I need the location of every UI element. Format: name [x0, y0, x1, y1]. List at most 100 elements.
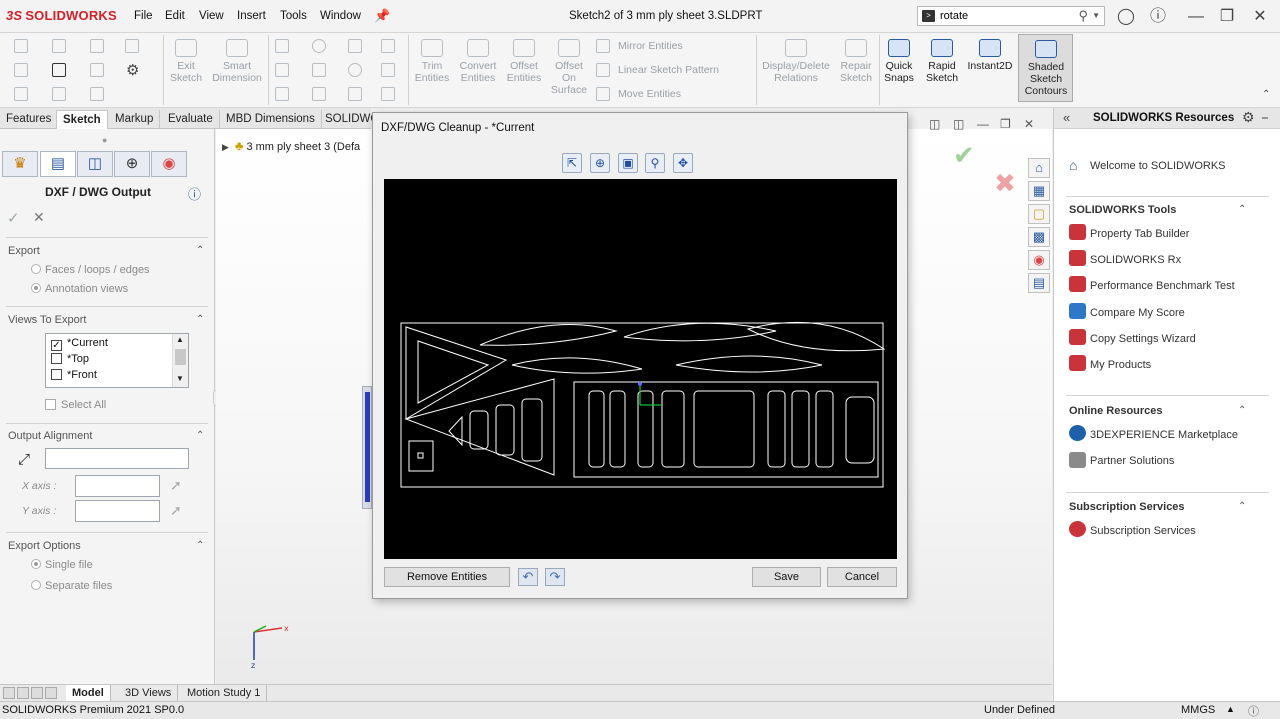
collapse-icon[interactable]: ⌃ — [196, 430, 204, 441]
close-view-icon[interactable]: ✕ — [1024, 117, 1034, 131]
save-button[interactable]: Save — [752, 567, 821, 587]
configuration-manager-tab[interactable]: ◫ — [77, 151, 113, 177]
undo-icon[interactable] — [52, 87, 66, 101]
text-icon[interactable] — [381, 63, 395, 77]
appearance-tab[interactable]: ◉ — [151, 151, 187, 177]
units-selector[interactable]: MMGS — [1181, 704, 1215, 716]
smart-dimension-button[interactable]: Smart Dimension — [208, 39, 266, 84]
move-entities-button[interactable]: Move Entities — [618, 88, 681, 100]
search-box[interactable]: > ⚲ ▼ — [917, 6, 1105, 26]
reverse-direction-icon[interactable]: ➚ — [170, 502, 182, 519]
origin-field[interactable] — [45, 448, 189, 469]
single-file-radio[interactable]: Single file — [31, 559, 93, 571]
search-icon[interactable]: ⚲ — [1078, 8, 1088, 24]
scroll-up-icon[interactable]: ▲ — [176, 335, 184, 344]
zoom-area-icon[interactable]: ⚲ — [645, 153, 665, 173]
view-palette-icon[interactable]: ▩ — [1028, 227, 1050, 247]
redo-icon[interactable] — [90, 39, 104, 53]
y-axis-field[interactable] — [75, 500, 160, 522]
rectangle-icon[interactable] — [275, 63, 289, 77]
solidworks-rx-link[interactable]: SOLIDWORKS Rx — [1090, 254, 1181, 266]
slot-icon[interactable] — [275, 87, 289, 101]
offset-on-surface-button[interactable]: Offset On Surface — [547, 39, 591, 96]
spline-icon[interactable] — [348, 39, 362, 53]
ellipse-icon[interactable] — [348, 63, 362, 77]
select-all-checkbox[interactable]: Select All — [45, 399, 106, 411]
save-icon[interactable] — [52, 39, 66, 53]
restore-view-icon[interactable]: ❐ — [1000, 117, 1011, 131]
circle-icon[interactable] — [312, 39, 326, 53]
collapse-icon[interactable]: ⌃ — [196, 314, 204, 325]
collapse-pane-icon[interactable]: « — [1063, 110, 1070, 125]
select-icon[interactable] — [90, 63, 104, 77]
line-icon[interactable] — [275, 39, 289, 53]
reverse-direction-icon[interactable]: ➚ — [170, 477, 182, 494]
welcome-link[interactable]: Welcome to SOLIDWORKS — [1090, 160, 1226, 172]
polygon-icon[interactable] — [312, 87, 326, 101]
prev-tab-icon[interactable] — [17, 687, 29, 699]
options-icon[interactable] — [125, 39, 139, 53]
scroll-thumb[interactable] — [175, 349, 186, 365]
confirm-check-icon[interactable]: ✔ — [953, 140, 975, 171]
pan-icon[interactable]: ✥ — [673, 153, 693, 173]
subscription-services-link[interactable]: Subscription Services — [1090, 525, 1196, 537]
tab-model[interactable]: Model — [66, 685, 111, 702]
collapse-icon[interactable]: ⌃ — [196, 245, 204, 256]
3dexperience-marketplace-link[interactable]: 3DEXPERIENCE Marketplace — [1090, 429, 1238, 441]
restore-icon[interactable]: ❐ — [1217, 7, 1237, 27]
menu-insert[interactable]: Insert — [237, 10, 266, 22]
redo-icon[interactable]: ↷ — [545, 568, 565, 586]
print-icon[interactable] — [52, 63, 66, 77]
panel-grip[interactable]: ● — [102, 135, 107, 145]
menu-edit[interactable]: Edit — [165, 10, 185, 22]
rapid-sketch-button[interactable]: Rapid Sketch — [922, 39, 962, 84]
property-manager-tab[interactable]: ▤ — [40, 151, 76, 177]
search-input[interactable] — [940, 9, 1070, 23]
point-icon[interactable] — [381, 39, 395, 53]
shaded-sketch-contours-button[interactable]: Shaded Sketch Contours — [1018, 34, 1073, 102]
collapse-icon[interactable]: ⌃ — [196, 540, 204, 551]
help-icon[interactable]: ⓘ — [1148, 7, 1168, 27]
view-top-checkbox[interactable]: *Top — [51, 353, 89, 365]
tab-mbd-dimensions[interactable]: MBD Dimensions — [220, 110, 322, 129]
compare-my-score-link[interactable]: Compare My Score — [1090, 307, 1185, 319]
next-tab-icon[interactable] — [31, 687, 43, 699]
annotation-views-radio[interactable]: Annotation views — [31, 283, 128, 295]
first-tab-icon[interactable] — [3, 687, 15, 699]
x-axis-field[interactable] — [75, 475, 160, 497]
zoom-in-icon[interactable]: ⊕ — [590, 153, 610, 173]
menu-tools[interactable]: Tools — [280, 10, 307, 22]
file-explorer-icon[interactable]: ▢ — [1028, 204, 1050, 224]
mirror-entities-button[interactable]: Mirror Entities — [618, 40, 683, 52]
exit-sketch-button[interactable]: Exit Sketch — [166, 39, 206, 84]
view-current-checkbox[interactable]: ✓ *Current — [51, 337, 108, 351]
offset-entities-button[interactable]: Offset Entities — [502, 39, 546, 84]
view-front-checkbox[interactable]: *Front — [51, 369, 97, 381]
collapse-icon[interactable]: ⌃ — [1238, 204, 1246, 215]
trim-entities-button[interactable]: Trim Entities — [410, 39, 454, 84]
tile-left-icon[interactable]: ◫ — [929, 117, 940, 131]
chevron-down-icon[interactable]: ▼ — [1092, 11, 1100, 20]
tab-evaluate[interactable]: Evaluate — [162, 110, 220, 129]
last-tab-icon[interactable] — [45, 687, 57, 699]
solidworks-logo[interactable]: 3S SOLIDWORKS — [6, 8, 117, 23]
units-up-icon[interactable]: ▲ — [1226, 704, 1235, 714]
display-delete-relations-button[interactable]: Display/Delete Relations — [758, 39, 834, 84]
gear-icon[interactable]: ⚙ — [126, 61, 139, 79]
menu-view[interactable]: View — [199, 10, 224, 22]
partner-solutions-link[interactable]: Partner Solutions — [1090, 455, 1174, 467]
my-products-link[interactable]: My Products — [1090, 359, 1151, 371]
collapse-ribbon-icon[interactable]: ⌃ — [1262, 89, 1270, 100]
pin-icon[interactable]: 📌 — [374, 8, 390, 24]
cancel-button[interactable]: Cancel — [827, 567, 897, 587]
arc-icon[interactable] — [312, 63, 326, 77]
faces-loops-edges-radio[interactable]: Faces / loops / edges — [31, 264, 150, 276]
separate-files-radio[interactable]: Separate files — [31, 580, 112, 592]
collapse-icon[interactable]: ⌃ — [1238, 501, 1246, 512]
tab-sketch[interactable]: Sketch — [56, 110, 108, 129]
select-tool-icon[interactable]: ⇱ — [562, 153, 582, 173]
scrollbar[interactable]: ▲ ▼ — [172, 334, 188, 387]
tab-features[interactable]: Features — [0, 110, 59, 129]
remove-entities-button[interactable]: Remove Entities — [384, 567, 510, 587]
tile-right-icon[interactable]: ◫ — [953, 117, 964, 131]
